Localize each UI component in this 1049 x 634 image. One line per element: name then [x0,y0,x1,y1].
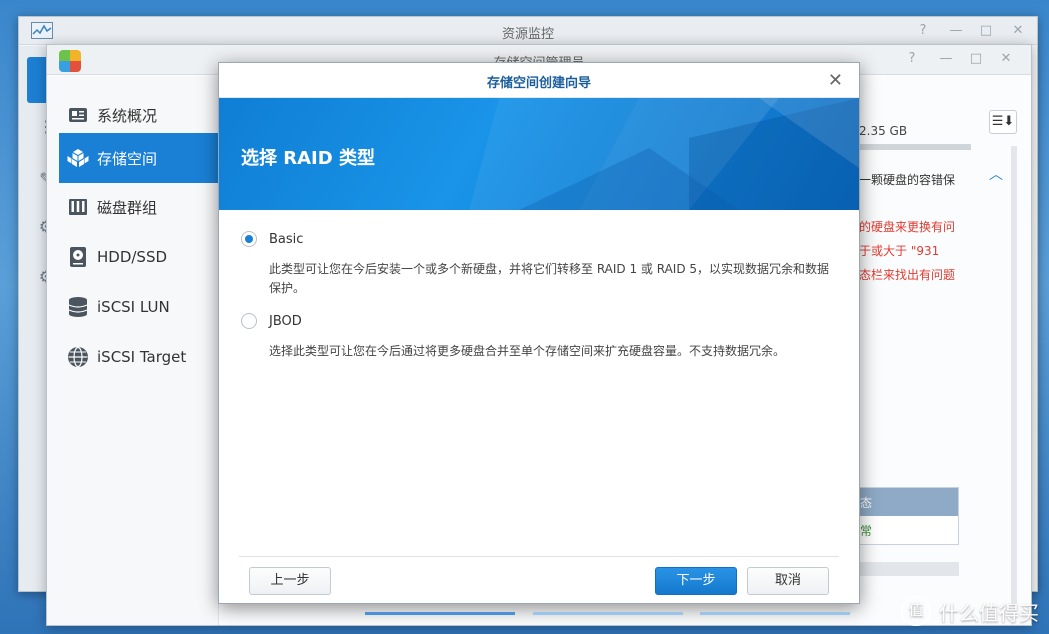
resource-monitor-title: 资源监控 [501,27,554,42]
storage-detail-panel: ☰⬇ 2.35 GB ︿ 一颗硬盘的容错保 的硬盘来更换有问 于或大于 "931… [859,76,1031,625]
create-volume-wizard: 存储空间创建向导 ✕ 选择 RAID 类型 Basic 此类型可让您在今后安装一… [218,62,860,604]
storage-icon [67,147,89,169]
overview-icon [67,104,89,126]
sidebar-item-iscsi-target[interactable]: iSCSI Target [59,333,219,381]
help-icon[interactable]: ? [903,51,921,66]
close-icon[interactable]: ✕ [828,70,843,91]
maximize-icon[interactable]: □ [977,23,995,38]
watermark-logo-icon: 值 [901,596,931,626]
sidebar-item-label: iSCSI LUN [97,298,170,316]
watermark: 值 什么值得买 [901,596,1039,626]
sidebar-item-label: iSCSI Target [97,348,187,366]
close-icon[interactable]: ✕ [997,51,1015,66]
sidebar-item-label: 磁盘群组 [97,198,158,217]
error-line-1: 的硬盘来更换有问 [859,220,956,234]
status-description: 一颗硬盘的容错保 [859,173,956,187]
minimize-icon[interactable]: — [947,23,965,38]
volume-size-text: 2.35 GB [859,124,908,138]
status-table-header: 态 [860,488,958,516]
sidebar-item-overview[interactable]: 系统概况 [59,91,219,139]
disk-group-icon [67,196,89,218]
close-icon[interactable]: ✕ [1009,23,1027,38]
jbod-radio[interactable] [241,313,257,329]
status-table-cell: 常 [860,524,873,538]
sidebar-item-hdd-ssd[interactable]: HDD/SSD [59,233,219,281]
sidebar-item-iscsi-lun[interactable]: iSCSI LUN [59,283,219,331]
sort-button[interactable]: ☰⬇ [989,110,1017,134]
jbod-description: 选择此类型可让您在今后通过将更多硬盘合并至单个存储空间来扩充硬盘容量。不支持数据… [269,344,786,358]
hdd-icon [67,246,89,268]
basic-radio[interactable] [241,231,257,247]
wizard-titlebar[interactable]: 存储空间创建向导 ✕ [219,63,859,98]
option-label: Basic [269,231,304,247]
globe-icon [67,346,89,368]
sidebar-item-label: 系统概况 [97,106,158,125]
tab-indicator [365,612,515,615]
panel-footer-bar [859,562,959,576]
footer-divider [239,556,839,557]
tab-indicator [700,612,850,615]
storage-sidebar: 系统概况 存储空间 磁盘群组 HDD/SSD iSCSI LUN iSCSI T… [47,76,219,625]
wizard-step-title: 选择 RAID 类型 [241,148,375,169]
database-icon [67,296,89,318]
resource-monitor-titlebar[interactable]: 资源监控 ? — □ ✕ [19,17,1037,45]
sidebar-item-label: 存储空间 [97,149,158,168]
chevron-up-icon[interactable]: ︿ [989,164,1003,184]
wizard-banner: 选择 RAID 类型 [219,98,859,210]
help-icon[interactable]: ? [914,23,932,38]
back-button[interactable]: 上一步 [249,567,331,595]
tab-indicator [533,612,683,615]
sidebar-item-disk-group[interactable]: 磁盘群组 [59,183,219,231]
raid-option-jbod[interactable]: JBOD [241,313,302,329]
raid-option-basic[interactable]: Basic [241,231,303,247]
option-label: JBOD [269,313,302,329]
next-button[interactable]: 下一步 [655,567,737,595]
error-line-2: 于或大于 "931 [859,244,940,258]
minimize-icon[interactable]: — [937,51,955,66]
status-table: 态 常 [859,487,959,545]
maximize-icon[interactable]: □ [967,51,985,66]
sidebar-item-storage[interactable]: 存储空间 [59,133,219,183]
sidebar-item-label: HDD/SSD [97,248,168,266]
error-line-3: 态栏来找出有问题 [859,268,956,282]
cancel-button[interactable]: 取消 [747,567,829,595]
volume-usage-bar [859,144,971,150]
wizard-title: 存储空间创建向导 [486,76,591,91]
basic-description: 此类型可让您在今后安装一个或多个新硬盘，并将它们转移至 RAID 1 或 RAI… [269,262,830,295]
scrollbar[interactable] [1011,146,1017,606]
watermark-text: 什么值得买 [939,600,1039,625]
